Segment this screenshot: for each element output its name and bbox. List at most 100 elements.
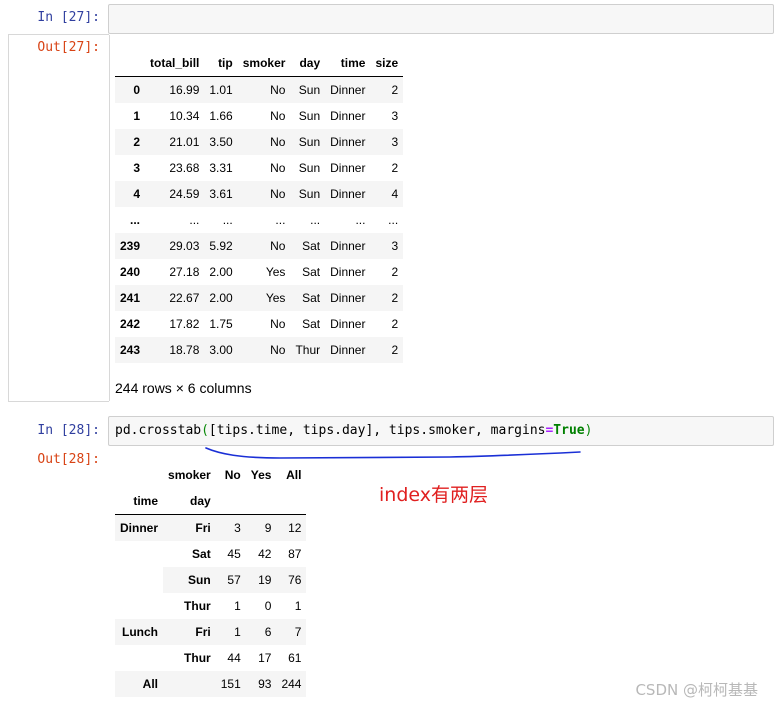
table-cell: 45	[227, 547, 241, 561]
column-header: All	[286, 468, 302, 482]
index-level-day: Sun	[163, 567, 216, 593]
table-cell: Thur	[295, 343, 321, 357]
table-cell: Sun	[298, 187, 321, 201]
index-level-day: Thur	[184, 599, 211, 613]
crosstab-row: Thur 1 0 1	[115, 593, 306, 619]
index-level-time	[115, 567, 163, 593]
table-cell: 0	[264, 599, 272, 613]
cell-28-input-prompt: In [28]:	[37, 423, 100, 438]
table-cell: 5.92	[209, 239, 233, 253]
table-cell: 1	[215, 619, 246, 645]
crosstab-row: All 151 93 244	[115, 671, 307, 697]
index-level-day	[163, 671, 216, 697]
code-true-keyword: True	[553, 423, 585, 438]
table-cell: 244	[276, 671, 307, 697]
index-level-time	[115, 541, 163, 567]
table-cell: Dinner	[330, 187, 366, 201]
table-cell: 3	[391, 109, 399, 123]
table-cell: Dinner	[330, 291, 366, 305]
table-header-row: total_bill tip smoker day time size	[115, 50, 404, 77]
table-row: .....................	[115, 207, 403, 233]
table-cell: No	[270, 343, 286, 357]
table-cell: 3	[215, 514, 246, 541]
table-cell: 57	[215, 567, 246, 593]
table-cell: No	[270, 135, 286, 149]
table-row: 239 29.03 5.92 No Sat Dinner 3	[115, 233, 404, 259]
index-level-time: Dinner	[115, 514, 164, 541]
table-cell: Dinner	[330, 239, 366, 253]
table-row: 241 22.67 2.00 Yes Sat Dinner 2	[115, 285, 404, 311]
table-cell: 2.00	[209, 291, 233, 305]
cell-27-output-area	[8, 34, 110, 402]
index-level-day: Sat	[192, 547, 211, 561]
csdn-watermark: CSDN @柯柯基基	[635, 681, 758, 699]
table-cell: No	[270, 83, 286, 97]
table-row: 243 18.78 3.00 No Thur Dinner 2	[115, 337, 404, 363]
table-cell: Sun	[298, 83, 321, 97]
table-cell: 3.61	[209, 187, 233, 201]
row-index: 4	[133, 187, 141, 201]
table-cell: 2	[391, 83, 399, 97]
column-header: total_bill	[145, 50, 205, 77]
table-cell: 4	[391, 187, 399, 201]
table-row: 3 23.68 3.31 No Sun Dinner 2	[115, 155, 403, 181]
row-index: 240	[120, 265, 141, 279]
table-row: 242 17.82 1.75 No Sat Dinner 2	[115, 311, 403, 337]
table-cell: 76	[276, 567, 307, 593]
table-cell: 27.18	[169, 265, 200, 279]
table-cell: 2	[391, 291, 399, 305]
column-axis-name: smoker	[168, 468, 211, 482]
index-level-day: Fri	[163, 619, 216, 645]
table-cell: Sat	[302, 291, 321, 305]
table-cell: 151	[215, 671, 246, 697]
table-cell: 42	[258, 547, 272, 561]
index-level-day: Fri	[163, 514, 216, 541]
table-cell: 1	[234, 599, 241, 613]
table-cell: 7	[276, 619, 307, 645]
table-cell: 6	[245, 619, 277, 645]
table-cell: 21.01	[169, 135, 200, 149]
table-cell: 2	[391, 343, 399, 357]
crosstab-row: Sun 57 19 76	[115, 567, 307, 593]
table-cell: 1	[294, 599, 302, 613]
table-cell: 1.01	[209, 83, 233, 97]
column-header: Yes	[250, 468, 272, 482]
column-header: time	[325, 50, 371, 77]
row-index: 3	[133, 161, 141, 175]
table-cell: ...	[388, 213, 399, 227]
table-cell: 9	[245, 514, 277, 541]
index-level-time: Lunch	[115, 619, 164, 645]
table-cell: 1.66	[209, 109, 233, 123]
table-cell: 24.59	[169, 187, 200, 201]
column-header: smoker	[237, 50, 291, 77]
index-name-time: time	[115, 488, 164, 515]
crosstab-columns-row: smoker No Yes All	[115, 462, 306, 488]
index-level-time: All	[115, 671, 164, 697]
table-cell: Sun	[298, 161, 321, 175]
table-cell: 87	[288, 547, 302, 561]
table-row: 240 27.18 2.00 Yes Sat Dinner 2	[115, 259, 403, 285]
cell-27-output-prompt: Out[27]:	[37, 40, 100, 55]
table-cell: 29.03	[169, 239, 200, 253]
table-cell: 19	[245, 567, 277, 593]
code-func: pd.crosstab	[115, 423, 202, 438]
tips-dataframe-table: total_bill tip smoker day time size 0 16.99 1.0…	[115, 50, 404, 363]
crosstab-row: Dinner Fri 3 9 12	[115, 514, 307, 541]
row-index: 239	[120, 239, 141, 253]
row-index: 241	[120, 291, 141, 305]
code-close-paren: )	[584, 423, 593, 438]
crosstab-table: smoker No Yes All time day Dinner Fri 3 9 12…	[115, 462, 307, 697]
crosstab-row: Lunch Fri 1 6 7	[115, 619, 307, 645]
table-cell: 3.50	[209, 135, 233, 149]
table-cell: No	[270, 109, 286, 123]
table-cell: 44	[227, 651, 241, 665]
table-cell: ...	[275, 213, 286, 227]
column-header: tip	[204, 50, 238, 77]
crosstab-row: Thur 44 17 61	[115, 645, 306, 671]
table-cell: Dinner	[330, 109, 366, 123]
index-level-time	[115, 645, 163, 671]
table-cell: 1.75	[209, 317, 233, 331]
index-annotation: index有两层	[379, 484, 488, 506]
cell-27-code-input[interactable]: tips	[108, 4, 774, 34]
table-cell: No	[270, 187, 286, 201]
